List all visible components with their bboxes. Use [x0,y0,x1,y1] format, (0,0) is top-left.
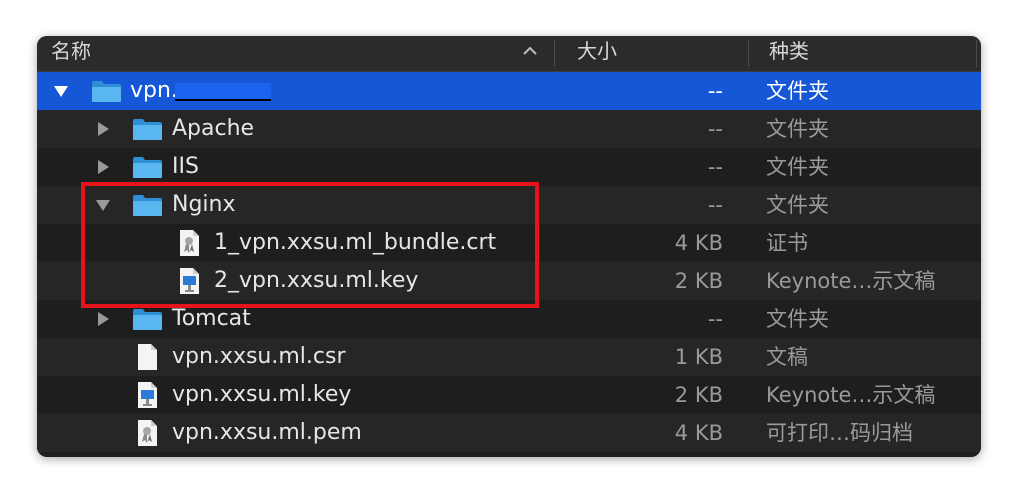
keynote-icon [138,382,157,408]
file-size: 2 KB [674,269,723,293]
file-size: -- [707,193,723,217]
column-divider[interactable] [748,40,749,67]
file-size: -- [707,155,723,179]
file-kind: Keynote…示文稿 [766,383,936,407]
file-kind: Keynote…示文稿 [766,269,936,293]
file-size: 2 KB [674,383,723,407]
file-name: vpn.xxsu.ml.csr [172,344,346,369]
file-size: -- [707,117,723,141]
list-item[interactable]: vpn.xxsu.ml.pem 4 KB 可打印…码归档 [37,414,981,452]
list-item[interactable]: Apache -- 文件夹 [37,110,981,148]
sort-ascending-icon[interactable] [521,42,539,60]
name-column-header[interactable]: 名称 [51,36,91,71]
file-kind: 文件夹 [766,155,829,179]
column-divider[interactable] [976,40,977,67]
file-kind: 文件夹 [766,193,829,217]
file-size: -- [707,79,723,103]
folder-icon [92,81,121,102]
folder-icon [133,119,162,140]
column-divider[interactable] [554,40,555,67]
disclosure-expanded-icon[interactable] [53,83,69,99]
redaction-underline [175,99,271,101]
list-item[interactable]: IIS -- 文件夹 [37,148,981,186]
file-name: vpn. [130,78,178,103]
redaction [175,83,271,99]
column-header: 名称 大小 种类 [37,36,981,72]
file-name: IIS [172,154,199,179]
file-kind: 可打印…码归档 [766,421,913,445]
file-size: -- [707,307,723,331]
folder-icon [133,157,162,178]
size-column-header[interactable]: 大小 [577,36,617,71]
list-item[interactable]: vpn.xxsu.ml.key 2 KB Keynote…示文稿 [37,376,981,414]
file-size: 1 KB [674,345,723,369]
disclosure-collapsed-icon[interactable] [95,121,111,137]
document-icon [138,344,157,370]
highlight-annotation-box [81,182,539,308]
file-name: vpn.xxsu.ml.pem [172,420,362,445]
file-kind: 文稿 [766,345,808,369]
list-item[interactable]: vpn. -- 文件夹 [37,72,981,110]
list-item[interactable]: vpn.xxsu.ml.csr 1 KB 文稿 [37,338,981,376]
file-kind: 文件夹 [766,307,829,331]
folder-icon [133,309,162,330]
file-name: vpn.xxsu.ml.key [172,382,352,407]
certificate-icon [138,420,157,446]
file-kind: 文件夹 [766,117,829,141]
file-kind: 文件夹 [766,79,829,103]
disclosure-collapsed-icon[interactable] [95,159,111,175]
kind-column-header[interactable]: 种类 [769,36,809,71]
disclosure-collapsed-icon[interactable] [95,311,111,327]
file-kind: 证书 [766,231,808,255]
file-size: 4 KB [674,231,723,255]
file-name: Apache [172,116,255,141]
file-size: 4 KB [674,421,723,445]
